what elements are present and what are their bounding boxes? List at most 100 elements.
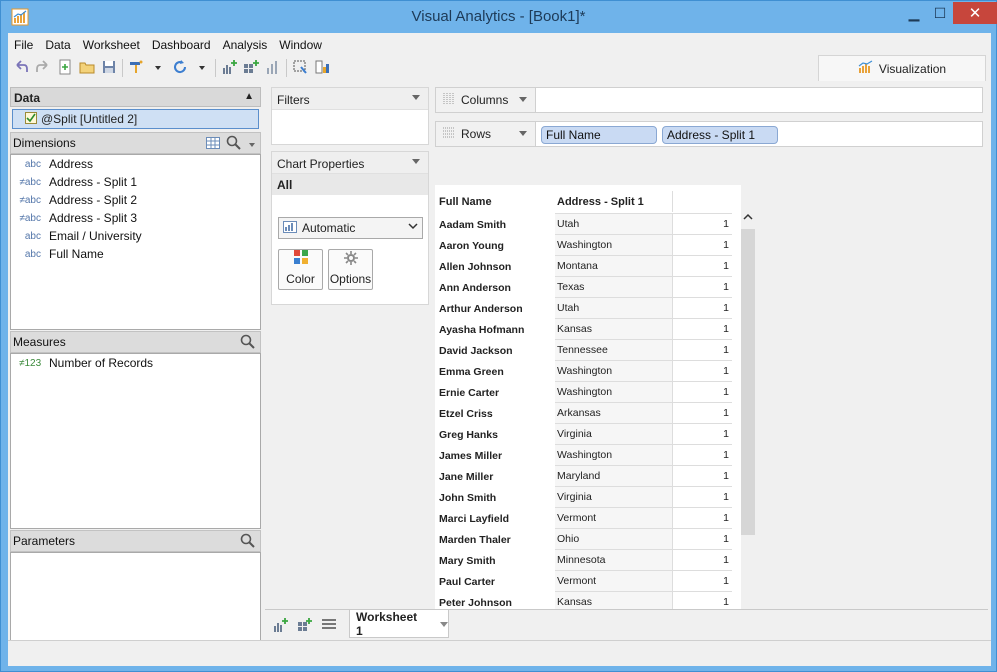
table-view-icon[interactable]: [206, 137, 220, 152]
sort-button[interactable]: [311, 58, 333, 78]
rows-shelf-label: Rows: [436, 122, 536, 146]
all-marks-row[interactable]: All: [272, 174, 428, 195]
crosstab-table: Full Name Address - Split 1 Aadam Smith U…: [435, 185, 741, 633]
string-type-icon: abc: [24, 248, 41, 260]
cell-record-count: 1: [672, 297, 732, 318]
brush-icon: [128, 59, 144, 78]
rows-shelf[interactable]: Rows Full Name Address - Split 1: [435, 121, 983, 147]
measures-list: ≠123 Number of Records: [10, 353, 261, 529]
chevron-down-icon[interactable]: [248, 138, 256, 152]
chevron-down-icon[interactable]: [519, 130, 527, 139]
menu-data[interactable]: Data: [39, 36, 76, 56]
select-button[interactable]: [289, 58, 311, 78]
close-button[interactable]: ✕: [953, 2, 997, 24]
menu-file[interactable]: File: [8, 36, 39, 56]
scrollbar-thumb[interactable]: [741, 229, 755, 535]
table-vertical-scrollbar[interactable]: [741, 213, 755, 633]
dimension-item[interactable]: ≠abc Address - Split 1: [11, 173, 260, 191]
table-row[interactable]: Ayasha Hofmann Kansas 1: [435, 318, 741, 339]
new-dashboard-button[interactable]: [240, 58, 262, 78]
cell-record-count: 1: [672, 339, 732, 360]
menu-dashboard[interactable]: Dashboard: [146, 36, 217, 56]
sort-updown-icon[interactable]: ▲: [244, 91, 254, 102]
sheet-tab-label: Worksheet 1: [356, 609, 418, 638]
cell-address-split-1: Tennessee: [555, 339, 672, 360]
dimension-item[interactable]: abc Email / University: [11, 227, 260, 245]
dimension-item[interactable]: abc Address: [11, 155, 260, 173]
columns-shelf[interactable]: Columns: [435, 87, 983, 113]
table-row[interactable]: Jane Miller Maryland 1: [435, 465, 741, 486]
chevron-down-icon[interactable]: [519, 96, 527, 105]
measure-item[interactable]: ≠123 Number of Records: [11, 354, 260, 372]
new-button[interactable]: [54, 58, 76, 78]
redo-button[interactable]: [32, 58, 54, 78]
table-row[interactable]: Aadam Smith Utah 1: [435, 213, 741, 234]
chevron-down-icon[interactable]: [412, 158, 420, 167]
maximize-button[interactable]: ☐: [927, 2, 953, 24]
cell-full-name: Ann Anderson: [439, 282, 511, 294]
table-row[interactable]: Mary Smith Minnesota 1: [435, 549, 741, 570]
refresh-button[interactable]: [169, 58, 191, 78]
string-type-icon: abc: [24, 158, 41, 170]
table-row[interactable]: Allen Johnson Montana 1: [435, 255, 741, 276]
visualization-icon: [858, 60, 874, 77]
measure-label: Number of Records: [49, 356, 154, 370]
table-row[interactable]: Ernie Carter Washington 1: [435, 381, 741, 402]
save-button[interactable]: [98, 58, 120, 78]
open-button[interactable]: [76, 58, 98, 78]
chart-properties-header: Chart Properties: [272, 152, 428, 174]
table-row[interactable]: Ann Anderson Texas 1: [435, 276, 741, 297]
new-worksheet-button[interactable]: [218, 58, 240, 78]
rows-pill-full-name[interactable]: Full Name: [541, 126, 657, 144]
table-row[interactable]: Emma Green Washington 1: [435, 360, 741, 381]
table-row[interactable]: Aaron Young Washington 1: [435, 234, 741, 255]
table-row[interactable]: Marden Thaler Ohio 1: [435, 528, 741, 549]
column-header-address-split-1[interactable]: Address - Split 1: [557, 196, 644, 208]
title-bar[interactable]: Visual Analytics - [Book1]* ▁ ☐ ✕: [1, 1, 997, 33]
chevron-down-icon[interactable]: [412, 94, 420, 103]
undo-button[interactable]: [10, 58, 32, 78]
cell-full-name: Arthur Anderson: [439, 303, 523, 315]
datasource-item[interactable]: @Split [Untitled 2]: [12, 109, 259, 129]
chart-button[interactable]: [262, 58, 284, 78]
new-worksheet-icon[interactable]: [273, 617, 289, 636]
scroll-up-icon[interactable]: [743, 213, 753, 224]
table-row[interactable]: Etzel Criss Arkansas 1: [435, 402, 741, 423]
table-row[interactable]: Paul Carter Vermont 1: [435, 570, 741, 591]
new-dashboard-icon[interactable]: [297, 617, 313, 636]
dimension-item[interactable]: ≠abc Address - Split 2: [11, 191, 260, 209]
menu-analysis[interactable]: Analysis: [217, 36, 274, 56]
dimension-item[interactable]: ≠abc Address - Split 3: [11, 209, 260, 227]
options-button[interactable]: Options: [328, 249, 373, 290]
search-icon[interactable]: [240, 334, 256, 353]
cell-record-count: 1: [672, 570, 732, 591]
menu-worksheet[interactable]: Worksheet: [77, 36, 146, 56]
search-icon[interactable]: [226, 135, 242, 154]
table-row[interactable]: James Miller Washington 1: [435, 444, 741, 465]
tab-visualization[interactable]: Visualization: [818, 55, 986, 81]
redo-icon: [35, 59, 51, 78]
minimize-button[interactable]: ▁: [901, 2, 927, 24]
color-button[interactable]: Color: [278, 249, 323, 290]
cell-full-name: Etzel Criss: [439, 408, 493, 420]
refresh-dropdown[interactable]: [191, 58, 213, 78]
dimension-item[interactable]: abc Full Name: [11, 245, 260, 263]
table-row[interactable]: John Smith Virginia 1: [435, 486, 741, 507]
filters-card: Filters: [271, 87, 429, 145]
table-row[interactable]: Marci Layfield Vermont 1: [435, 507, 741, 528]
rows-pill-address-split-1[interactable]: Address - Split 1: [662, 126, 778, 144]
table-row[interactable]: David Jackson Tennessee 1: [435, 339, 741, 360]
chevron-down-icon[interactable]: [440, 617, 448, 631]
column-header-full-name[interactable]: Full Name: [439, 196, 492, 208]
format-button[interactable]: [125, 58, 147, 78]
tab-worksheet-1[interactable]: Worksheet 1: [349, 610, 449, 638]
table-row[interactable]: Greg Hanks Virginia 1: [435, 423, 741, 444]
search-icon[interactable]: [240, 533, 256, 552]
sheet-list-icon[interactable]: [321, 618, 337, 635]
table-row[interactable]: Arthur Anderson Utah 1: [435, 297, 741, 318]
mark-type-select[interactable]: Automatic: [278, 217, 423, 239]
menu-window[interactable]: Window: [273, 36, 328, 56]
cell-record-count: 1: [672, 360, 732, 381]
format-dropdown[interactable]: [147, 58, 169, 78]
filters-title: Filters: [277, 93, 310, 107]
